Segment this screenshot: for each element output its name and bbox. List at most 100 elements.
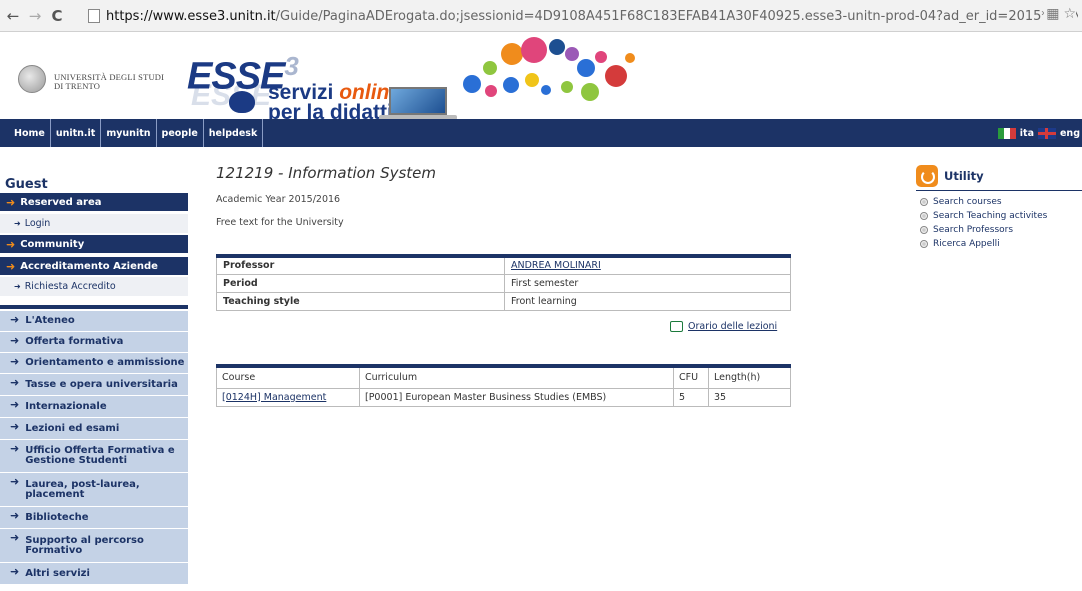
sidebar-item-biblioteche[interactable]: ➜ Biblioteche xyxy=(0,507,188,529)
translate-icon[interactable]: ▦ xyxy=(1046,6,1059,22)
nav-myunitn[interactable]: myunitn xyxy=(101,119,157,147)
arrow-right-icon: ➜ xyxy=(10,565,20,578)
utility-title: Utility xyxy=(944,169,984,183)
app-bubble-icon xyxy=(521,37,547,63)
arrow-right-icon: ➜ xyxy=(10,442,20,455)
arrow-right-icon: ➜ xyxy=(6,195,16,209)
url-host: https://www.esse3.unitn.it xyxy=(106,8,276,24)
arrow-right-icon: ➜ xyxy=(10,531,20,544)
utility-link-search-professors[interactable]: Search Professors xyxy=(920,225,1082,235)
cfu-cell: 5 xyxy=(673,387,709,407)
sidebar-item-offerta[interactable]: ➜ Offerta formativa xyxy=(0,332,188,353)
utility-link-search-activities[interactable]: Search Teaching activites xyxy=(920,211,1082,221)
professor-cell: ANDREA MOLINARI xyxy=(504,255,791,275)
app-bubble-icon xyxy=(483,61,497,75)
guest-heading: Guest xyxy=(5,177,48,192)
sidebar-item-laurea[interactable]: ➜ Laurea, post-laurea, placement xyxy=(0,473,188,507)
university-seal-logo[interactable] xyxy=(18,65,46,93)
app-bubble-icon xyxy=(605,65,627,87)
sidebar-divider xyxy=(0,305,188,309)
browser-toolbar: ← → C https://www.esse3.unitn.it/Guide/P… xyxy=(0,0,1082,32)
mouse-graphic xyxy=(229,91,255,113)
top-navigation: Home unitn.it myunitn people helpdesk it… xyxy=(0,119,1082,147)
bullet-icon xyxy=(920,198,928,206)
app-bubble-icon xyxy=(561,81,573,93)
nav-helpdesk[interactable]: helpdesk xyxy=(204,119,264,147)
free-text: Free text for the University xyxy=(216,217,344,228)
arrow-right-icon: ➜ xyxy=(10,355,20,368)
lang-ita-link[interactable]: ita xyxy=(1020,128,1034,139)
professor-link[interactable]: ANDREA MOLINARI xyxy=(511,260,601,271)
col-curriculum: Curriculum xyxy=(359,365,674,389)
arrow-right-icon: ➜ xyxy=(14,219,21,228)
arrow-right-icon: ➜ xyxy=(10,313,20,326)
course-cell: [0124H] Management xyxy=(216,387,360,407)
site-header: UNIVERSITÀ DEGLI STUDI DI TRENTO ESSE ES… xyxy=(0,33,1082,123)
teaching-style-label: Teaching style xyxy=(216,291,505,311)
laptop-graphic xyxy=(379,87,457,121)
arrow-right-icon: ➜ xyxy=(10,334,20,347)
arrow-right-icon: ➜ xyxy=(10,475,20,488)
nav-unitn[interactable]: unitn.it xyxy=(51,119,102,147)
app-bubble-icon xyxy=(463,75,481,93)
italian-flag-icon[interactable] xyxy=(997,127,1016,139)
course-link[interactable]: [0124H] Management xyxy=(222,392,326,403)
arrow-right-icon: ➜ xyxy=(10,509,20,522)
arrow-right-icon: ➜ xyxy=(10,376,20,389)
lang-eng-link[interactable]: eng xyxy=(1060,128,1080,139)
arrow-right-icon: ➜ xyxy=(10,420,20,433)
table-row: Professor ANDREA MOLINARI xyxy=(216,255,791,275)
length-cell: 35 xyxy=(708,387,791,407)
sidebar-community[interactable]: ➜ Community xyxy=(0,235,188,253)
university-name: UNIVERSITÀ DEGLI STUDI DI TRENTO xyxy=(54,73,164,91)
col-course: Course xyxy=(216,365,360,389)
sidebar-item-orientamento[interactable]: ➜ Orientamento e ammissione xyxy=(0,353,188,374)
nav-home[interactable]: Home xyxy=(0,119,51,147)
table-header-row: Course Curriculum CFU Length(h) xyxy=(216,365,791,389)
back-arrow-icon[interactable]: ← xyxy=(4,6,22,26)
app-bubble-icon xyxy=(581,83,599,101)
bullet-icon xyxy=(920,212,928,220)
professor-label: Professor xyxy=(216,255,505,275)
app-bubble-icon xyxy=(595,51,607,63)
app-bubble-icon xyxy=(577,59,595,77)
reload-icon[interactable]: C xyxy=(48,6,66,26)
app-bubble-icon xyxy=(525,73,539,87)
bullet-icon xyxy=(920,226,928,234)
arrow-right-icon: ➜ xyxy=(6,259,16,273)
sidebar-item-ufficio[interactable]: ➜ Ufficio Offerta Formativa e Gestione St… xyxy=(0,440,188,473)
sidebar-item-altri-servizi[interactable]: ➜ Altri servizi xyxy=(0,563,188,585)
sidebar-item-supporto[interactable]: ➜ Supporto al percorso Formativo xyxy=(0,529,188,563)
schedule-icon xyxy=(670,321,683,332)
forward-arrow-icon[interactable]: → xyxy=(26,6,44,26)
sidebar-richiesta-link[interactable]: ➜ Richiesta Accredito xyxy=(0,277,188,296)
arrow-right-icon: ➜ xyxy=(6,237,16,251)
sidebar-item-ateneo[interactable]: ➜ L'Ateneo xyxy=(0,311,188,332)
academic-year: Academic Year 2015/2016 xyxy=(216,194,341,205)
col-length: Length(h) xyxy=(708,365,791,389)
app-bubble-icon xyxy=(625,53,635,63)
utility-panel: Utility Search courses Search Teaching a… xyxy=(916,165,1082,249)
app-bubble-icon xyxy=(485,85,497,97)
app-bubble-icon xyxy=(503,77,519,93)
sidebar-reserved-area[interactable]: ➜ Reserved area xyxy=(0,193,188,211)
utility-icon xyxy=(916,165,938,187)
curriculum-cell: [P0001] European Master Business Studies… xyxy=(359,387,674,407)
sidebar-accreditamento[interactable]: ➜ Accreditamento Aziende xyxy=(0,257,188,275)
sidebar-item-internazionale[interactable]: ➜ Internazionale xyxy=(0,396,188,418)
arrow-right-icon: ➜ xyxy=(10,398,20,411)
english-flag-icon[interactable] xyxy=(1037,127,1056,139)
nav-people[interactable]: people xyxy=(157,119,204,147)
sidebar-item-lezioni[interactable]: ➜ Lezioni ed esami xyxy=(0,418,188,440)
sidebar-login-link[interactable]: ➜ Login xyxy=(0,214,188,233)
app-bubble-icon xyxy=(541,85,551,95)
language-switch: ita eng xyxy=(997,119,1082,147)
utility-link-ricerca-appelli[interactable]: Ricerca Appelli xyxy=(920,239,1082,249)
address-bar[interactable]: https://www.esse3.unitn.it/Guide/PaginaA… xyxy=(88,4,1078,28)
utility-link-search-courses[interactable]: Search courses xyxy=(920,197,1082,207)
orario-lezioni-link[interactable]: Orario delle lezioni xyxy=(670,321,777,332)
sidebar-item-tasse[interactable]: ➜ Tasse e opera universitaria xyxy=(0,374,188,396)
bookmark-star-icon[interactable]: ☆ xyxy=(1063,6,1076,22)
col-cfu: CFU xyxy=(673,365,709,389)
table-row: Teaching style Front learning xyxy=(216,291,791,311)
